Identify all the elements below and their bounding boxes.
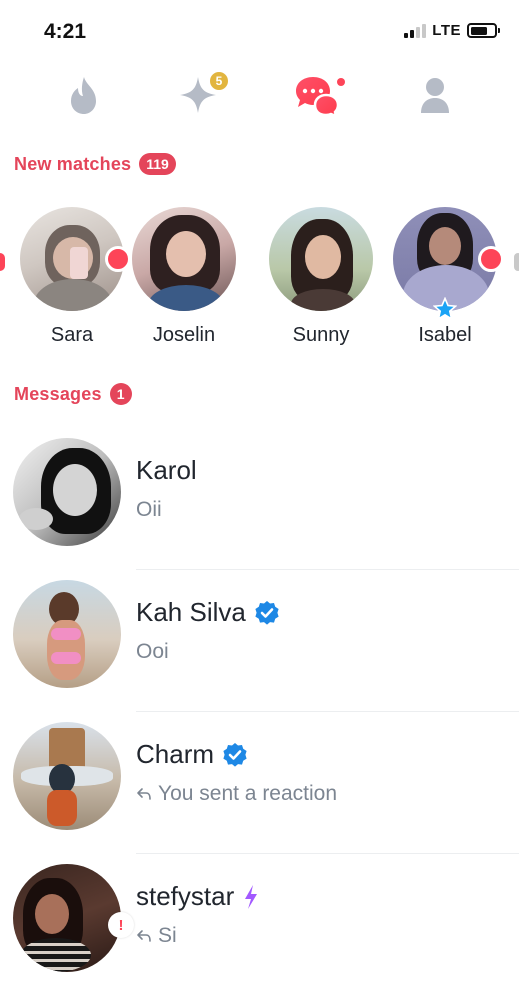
- divider: [136, 569, 519, 570]
- match-item[interactable]: Sara: [17, 207, 131, 347]
- conversation-preview: You sent a reaction: [136, 782, 337, 806]
- messages-title: Messages: [14, 383, 102, 404]
- verified-badge-icon: [255, 600, 279, 625]
- new-matches-carousel[interactable]: Sara Joselin Sunny Isabel: [0, 207, 519, 357]
- nav-swipe-button[interactable]: [59, 70, 109, 120]
- divider: [136, 853, 519, 854]
- boost-lightning-icon: [245, 884, 258, 909]
- reply-arrow-icon: [137, 930, 151, 942]
- new-matches-header: New matches 119: [14, 153, 176, 175]
- super-like-star-icon: [433, 297, 457, 321]
- conversation-name-line: stefystar: [136, 881, 260, 912]
- reply-arrow-icon: [137, 788, 151, 800]
- battery-icon: [467, 23, 500, 38]
- messages-header: Messages 1: [14, 383, 132, 405]
- conversation-item[interactable]: ! stefystar Si: [0, 864, 519, 1000]
- avatar: [13, 438, 121, 546]
- match-name: Joselin: [152, 324, 216, 346]
- avatar: [13, 580, 121, 688]
- preview-text: You sent a reaction: [158, 782, 338, 805]
- top-nav: 5: [0, 62, 519, 132]
- nav-chat-button[interactable]: [292, 70, 345, 120]
- flame-icon: [71, 77, 96, 114]
- conversation-name: Kah Silva: [136, 597, 246, 627]
- new-match-dot: [478, 246, 504, 272]
- conversation-item[interactable]: Karol Oii: [0, 438, 519, 578]
- new-matches-count: 119: [139, 153, 176, 175]
- status-indicators: LTE: [404, 22, 500, 39]
- chat-notification-dot: [337, 78, 345, 86]
- network-label: LTE: [432, 22, 461, 39]
- conversation-name-line: Charm: [136, 739, 248, 770]
- conversation-item[interactable]: Charm You sent a reaction: [0, 722, 519, 862]
- new-match-dot: [105, 246, 131, 272]
- match-item[interactable]: Joselin: [129, 207, 239, 347]
- conversation-preview: Si: [136, 924, 177, 948]
- avatar: [13, 864, 121, 972]
- match-name: Sunny: [292, 324, 350, 346]
- nav-profile-button[interactable]: [410, 70, 460, 120]
- status-time: 4:21: [44, 20, 87, 43]
- status-bar: 4:21 LTE: [0, 0, 519, 62]
- conversation-name-line: Kah Silva: [136, 597, 280, 628]
- match-name: Isabel: [418, 324, 472, 346]
- preview-text: Oii: [136, 498, 162, 521]
- match-item[interactable]: Isabel: [390, 207, 504, 347]
- conversation-item[interactable]: Kah Silva Ooi: [0, 580, 519, 720]
- conversation-name: Karol: [136, 455, 197, 485]
- chat-bubbles-icon: [296, 77, 340, 117]
- match-name: Sara: [50, 324, 94, 346]
- new-matches-title: New matches: [14, 153, 132, 174]
- conversation-name: stefystar: [136, 881, 235, 911]
- preview-text: Si: [158, 924, 177, 947]
- signal-icon: [404, 23, 427, 38]
- unread-alert-icon: !: [108, 912, 134, 938]
- conversation-preview: Ooi: [136, 640, 169, 664]
- profile-icon: [421, 78, 449, 113]
- verified-badge-icon: [223, 742, 247, 767]
- conversation-name: Charm: [136, 739, 215, 769]
- messages-count: 1: [109, 383, 132, 405]
- preview-text: Ooi: [136, 640, 169, 663]
- avatar: [269, 207, 373, 311]
- likes-count-badge: 5: [208, 70, 230, 92]
- nav-likes-button[interactable]: 5: [173, 70, 230, 120]
- avatar: [132, 207, 236, 311]
- conversation-preview: Oii: [136, 498, 162, 522]
- divider: [136, 711, 519, 712]
- match-item[interactable]: Sunny: [266, 207, 376, 347]
- avatar: [13, 722, 121, 830]
- conversation-name-line: Karol: [136, 455, 197, 486]
